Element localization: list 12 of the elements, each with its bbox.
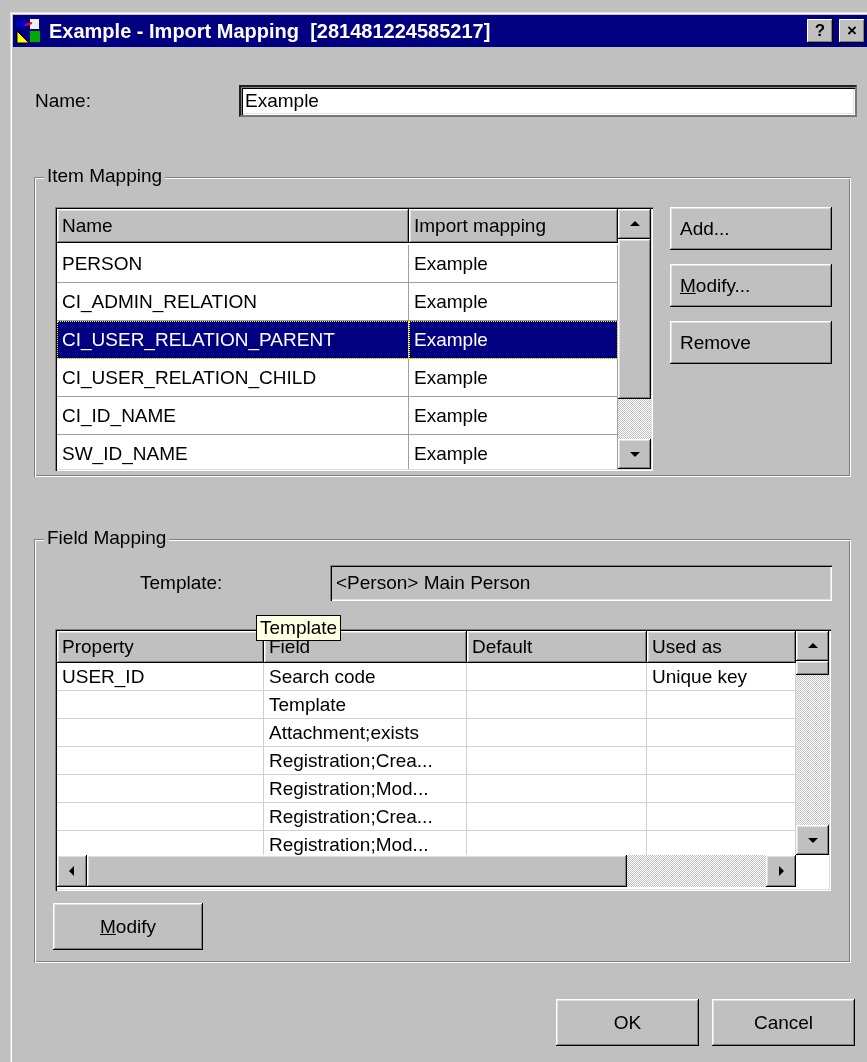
window-title: Example - Import Mapping [281481224585217] bbox=[49, 19, 492, 43]
table-cell: Template bbox=[264, 691, 467, 719]
table-cell: Registration;Mod... bbox=[264, 775, 467, 803]
tooltip: Template bbox=[256, 615, 342, 641]
table-cell: Registration;Crea... bbox=[264, 747, 467, 775]
template-field: <Person> Main Person bbox=[330, 565, 832, 601]
table-cell: USER_ID bbox=[57, 663, 264, 691]
table-cell: Search code bbox=[264, 663, 467, 691]
name-label: Name: bbox=[35, 90, 92, 112]
table-cell: Registration;Crea... bbox=[264, 803, 467, 831]
template-label: Template: bbox=[140, 572, 224, 594]
table-cell: Attachment;exists bbox=[264, 719, 467, 747]
